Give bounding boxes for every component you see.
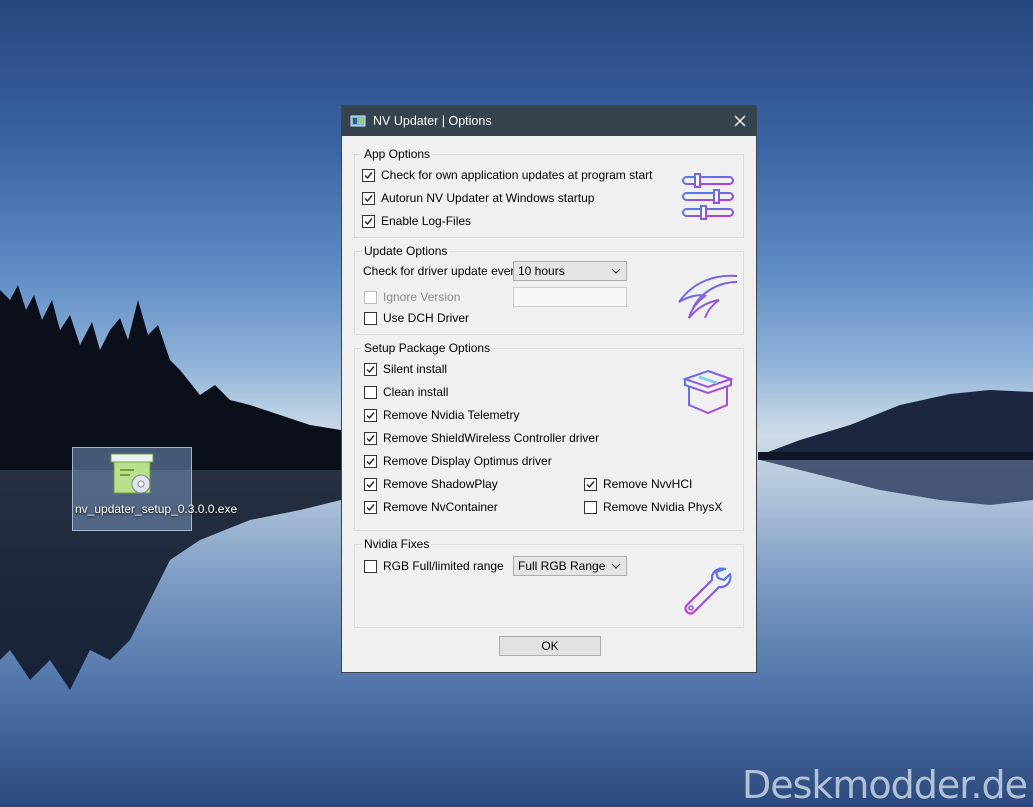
ignore-version-field bbox=[513, 287, 627, 307]
checkbox-label: Remove ShadowPlay bbox=[383, 477, 498, 491]
app-option-autorun[interactable]: Autorun NV Updater at Windows startup bbox=[362, 190, 594, 206]
remove-nvcontainer-option[interactable]: Remove NvContainer bbox=[364, 499, 498, 515]
checkbox-checked[interactable] bbox=[364, 454, 377, 468]
checkbox-checked[interactable] bbox=[362, 168, 375, 182]
checkbox-checked[interactable] bbox=[364, 477, 377, 491]
checkbox-label: Remove NvContainer bbox=[383, 500, 498, 514]
checkbox-unchecked[interactable] bbox=[364, 385, 377, 399]
checkbox-label: Autorun NV Updater at Windows startup bbox=[381, 191, 595, 205]
checkbox-checked[interactable] bbox=[364, 500, 377, 514]
remove-shieldwireless-option[interactable]: Remove ShieldWireless Controller driver bbox=[364, 430, 599, 446]
rgb-range-value: Full RGB Range bbox=[518, 559, 606, 573]
app-option-log-files[interactable]: Enable Log-Files bbox=[362, 213, 471, 229]
checkbox-label: RGB Full/limited range bbox=[383, 559, 504, 573]
checkbox-checked[interactable] bbox=[364, 431, 377, 445]
update-options-title: Update Options bbox=[362, 244, 450, 258]
checkbox-label: Remove ShieldWireless Controller driver bbox=[383, 431, 600, 445]
title-bar[interactable]: NV Updater | Options bbox=[342, 106, 756, 136]
checkbox-checked[interactable] bbox=[584, 477, 597, 491]
installer-icon bbox=[110, 453, 154, 494]
checkbox-label: Remove NvvHCI bbox=[603, 477, 693, 491]
setup-package-title: Setup Package Options bbox=[362, 341, 493, 355]
sliders-icon bbox=[682, 173, 734, 220]
app-options-title: App Options bbox=[362, 147, 433, 161]
use-dch-driver-option[interactable]: Use DCH Driver bbox=[364, 310, 469, 326]
checkbox-label: Use DCH Driver bbox=[383, 311, 470, 325]
clean-install-option[interactable]: Clean install bbox=[364, 384, 448, 400]
nv-updater-app-icon bbox=[350, 115, 366, 127]
options-dialog: NV Updater | Options App Options Check f… bbox=[341, 105, 757, 673]
checkbox-label: Check for own application updates at pro… bbox=[381, 168, 653, 182]
checkbox-unchecked[interactable] bbox=[364, 559, 377, 573]
checkbox-label: Remove Nvidia Telemetry bbox=[383, 408, 520, 422]
dialog-title: NV Updater | Options bbox=[373, 114, 492, 128]
checkbox-label: Clean install bbox=[383, 385, 449, 399]
checkbox-label: Remove Display Optimus driver bbox=[383, 454, 552, 468]
app-options-group: App Options Check for own application up… bbox=[354, 147, 744, 238]
remove-physx-option[interactable]: Remove Nvidia PhysX bbox=[584, 499, 722, 515]
close-icon bbox=[734, 115, 746, 127]
checkbox-unchecked[interactable] bbox=[584, 500, 597, 514]
checkbox-checked[interactable] bbox=[364, 362, 377, 376]
setup-package-group: Setup Package Options Silent install Cle… bbox=[354, 341, 744, 531]
checkbox-label: Silent install bbox=[383, 362, 448, 376]
silent-install-option[interactable]: Silent install bbox=[364, 361, 447, 377]
ok-button[interactable]: OK bbox=[499, 636, 601, 656]
check-interval-label-row: Check for driver update every bbox=[363, 263, 520, 279]
watermark: Deskmodder.de bbox=[741, 763, 1028, 807]
check-interval-label: Check for driver update every bbox=[363, 264, 521, 278]
nvidia-fixes-group: Nvidia Fixes RGB Full/limited range Full… bbox=[354, 537, 744, 628]
checkbox-label: Ignore Version bbox=[383, 290, 461, 304]
checkbox-checked[interactable] bbox=[364, 408, 377, 422]
checkbox-label: Remove Nvidia PhysX bbox=[603, 500, 723, 514]
remove-shadowplay-option[interactable]: Remove ShadowPlay bbox=[364, 476, 498, 492]
nvidia-fixes-title: Nvidia Fixes bbox=[362, 537, 432, 551]
update-interval-value: 10 hours bbox=[518, 264, 565, 278]
update-interval-dropdown[interactable]: 10 hours bbox=[513, 261, 627, 281]
chevron-down-icon bbox=[611, 268, 621, 274]
rgb-range-dropdown[interactable]: Full RGB Range bbox=[513, 556, 627, 576]
nvidia-swoosh-icon bbox=[678, 274, 738, 319]
remove-nvvhci-option[interactable]: Remove NvvHCI bbox=[584, 476, 692, 492]
package-box-icon bbox=[681, 369, 735, 415]
close-button[interactable] bbox=[724, 106, 756, 136]
chevron-down-icon bbox=[611, 563, 621, 569]
desktop-icon-nv-updater-setup[interactable]: nv_updater_setup_0.3.0.0.exe bbox=[72, 447, 238, 531]
wrench-icon bbox=[684, 567, 732, 615]
app-option-check-updates[interactable]: Check for own application updates at pro… bbox=[362, 167, 652, 183]
rgb-range-option[interactable]: RGB Full/limited range bbox=[364, 558, 504, 574]
remove-optimus-option[interactable]: Remove Display Optimus driver bbox=[364, 453, 552, 469]
checkbox-checked[interactable] bbox=[362, 191, 375, 205]
checkbox-label: Enable Log-Files bbox=[381, 214, 472, 228]
checkbox-unchecked[interactable] bbox=[364, 311, 377, 325]
desktop-icon-label: nv_updater_setup_0.3.0.0.exe bbox=[75, 502, 238, 516]
remove-telemetry-option[interactable]: Remove Nvidia Telemetry bbox=[364, 407, 520, 423]
checkbox-disabled bbox=[364, 290, 377, 304]
update-options-group: Update Options Check for driver update e… bbox=[354, 244, 744, 335]
ignore-version-option: Ignore Version bbox=[364, 289, 460, 305]
checkbox-checked[interactable] bbox=[362, 214, 375, 228]
